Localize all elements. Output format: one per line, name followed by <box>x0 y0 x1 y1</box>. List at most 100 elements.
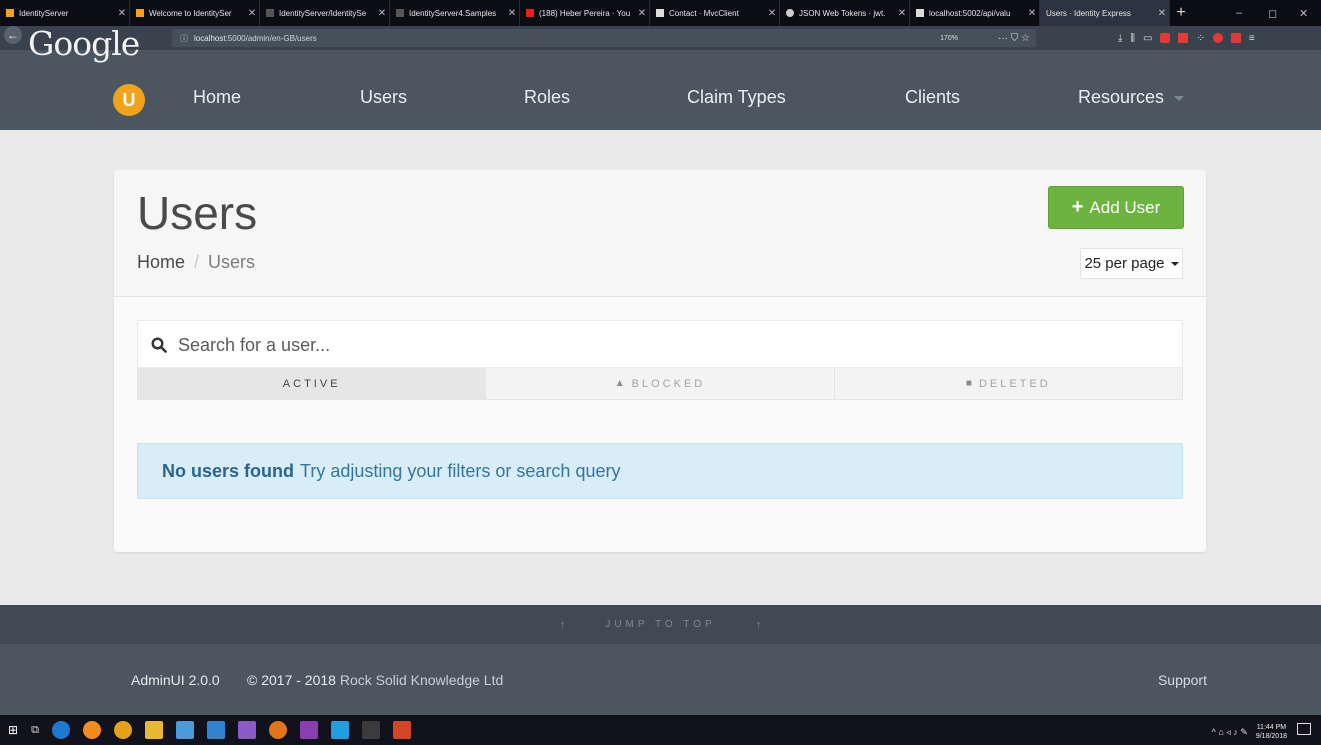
library-icon[interactable]: ⫼ <box>1130 33 1135 44</box>
extension-icon[interactable] <box>1160 33 1171 43</box>
tab-favicon-icon <box>6 9 14 17</box>
remote-desktop-icon[interactable] <box>175 721 194 739</box>
new-tab-button[interactable]: + <box>1170 0 1192 26</box>
site-footer: AdminUI 2.0.0 © 2017 - 2018 Rock Solid K… <box>0 644 1321 715</box>
taskbar-apps: ⊞ ⧉ <box>8 721 411 739</box>
browser-tab[interactable]: IdentityServer ✕ <box>0 0 130 26</box>
close-tab-icon[interactable]: ✕ <box>115 8 129 19</box>
back-icon[interactable]: ← <box>4 26 22 44</box>
windows-start-icon[interactable]: ⊞ <box>8 723 18 737</box>
google-overlay-logo: Google <box>28 24 140 63</box>
tab-deleted[interactable]: ■ DELETED <box>834 368 1182 399</box>
clock[interactable]: 11:44 PM 9/18/2018 <box>1256 723 1287 741</box>
browser-tab[interactable]: Welcome to IdentitySer ✕ <box>130 0 260 26</box>
extension-icon[interactable] <box>1178 33 1189 43</box>
arrow-up-icon: ↑ <box>559 618 566 631</box>
zoom-level[interactable]: 170% <box>940 35 958 42</box>
download-icon[interactable]: ⤓ <box>1118 33 1122 44</box>
browser-tab[interactable]: localhost:5002/api/valu ✕ <box>910 0 1040 26</box>
close-tab-icon[interactable]: ✕ <box>245 8 259 19</box>
visual-studio-icon[interactable] <box>237 721 256 739</box>
edge-icon[interactable] <box>51 721 70 739</box>
chrome-icon[interactable] <box>113 721 132 739</box>
browser-tab[interactable]: IdentityServer4.Samples ✕ <box>390 0 520 26</box>
tab-blocked[interactable]: ▲ BLOCKED <box>486 368 835 399</box>
company-link[interactable]: Rock Solid Knowledge Ltd <box>340 672 503 688</box>
tab-title: (188) Heber Pereira · You <box>539 8 631 18</box>
url-host: localhost <box>194 33 226 43</box>
browser-tab[interactable]: Contact · MvcClient ✕ <box>650 0 780 26</box>
close-tab-icon[interactable]: ✕ <box>765 8 779 19</box>
breadcrumb-separator: / <box>194 252 200 272</box>
windows-taskbar: ⊞ ⧉ ^ ⌂ ◃ ♪ ✎ 11:44 PM 9/18/2018 <box>0 715 1321 745</box>
page-favicon-icon <box>916 9 924 17</box>
nav-home[interactable]: Home <box>193 87 241 108</box>
skype-icon[interactable] <box>330 721 349 739</box>
support-link[interactable]: Support <box>1158 672 1207 688</box>
arrow-up-icon: ↑ <box>755 618 762 631</box>
url-field[interactable]: ⓘ localhost:5000/admin/en-GB/users 170% … <box>172 29 1036 47</box>
close-window-button[interactable]: ✕ <box>1299 0 1308 26</box>
task-view-icon[interactable]: ⧉ <box>31 724 39 737</box>
extension-icon[interactable] <box>1212 33 1223 43</box>
browser-tab[interactable]: (188) Heber Pereira · You ✕ <box>520 0 650 26</box>
add-user-button[interactable]: + Add User <box>1048 186 1184 229</box>
jump-to-top-label: JUMP TO TOP <box>605 619 716 630</box>
tab-favicon-icon <box>266 9 274 17</box>
app-icon[interactable] <box>268 721 287 739</box>
browser-tab[interactable]: JSON Web Tokens · jwt. ✕ <box>780 0 910 26</box>
tab-title: Users · Identity Express <box>1046 8 1131 18</box>
firefox-icon[interactable] <box>82 721 101 739</box>
close-tab-icon[interactable]: ✕ <box>505 8 519 19</box>
users-card: Users Home / Users +Add User 25 per page A… <box>114 170 1206 552</box>
nav-users[interactable]: Users <box>360 87 407 108</box>
extension-icon[interactable]: ⁘ <box>1196 33 1204 44</box>
browser-tab[interactable]: IdentityServer/IdentitySe ✕ <box>260 0 390 26</box>
browser-toolbar-icons: ⤓ ⫼ ▭ ⁘ ≡ <box>1118 30 1255 46</box>
per-page-select[interactable]: 25 per page <box>1080 248 1183 279</box>
notifications-icon[interactable] <box>1297 723 1311 735</box>
close-tab-icon[interactable]: ✕ <box>895 8 909 19</box>
browser-address-bar: ⓘ localhost:5000/admin/en-GB/users 170% … <box>0 26 1321 50</box>
maximize-button[interactable]: ◻ <box>1268 0 1277 26</box>
tab-active[interactable]: ACTIVE <box>138 368 487 399</box>
sidebar-icon[interactable]: ▭ <box>1143 33 1152 44</box>
nav-resources-dropdown[interactable]: Resources <box>1078 87 1185 108</box>
tab-title: Welcome to IdentitySer <box>149 8 232 18</box>
tab-title: IdentityServer4.Samples <box>409 8 497 18</box>
vscode-icon[interactable] <box>206 721 225 739</box>
tab-title: Contact · MvcClient <box>669 8 739 18</box>
nav-roles[interactable]: Roles <box>524 87 570 108</box>
powerpoint-icon[interactable] <box>392 721 411 739</box>
nav-claim-types[interactable]: Claim Types <box>687 87 786 108</box>
jump-to-top-bar[interactable]: ↑ JUMP TO TOP ↑ <box>0 605 1321 644</box>
browser-tab-active[interactable]: Users · Identity Express ✕ <box>1040 0 1170 26</box>
app-icon[interactable] <box>361 721 380 739</box>
browser-tab-strip: IdentityServer ✕ Welcome to IdentitySer ✕ … <box>0 0 1321 26</box>
file-explorer-icon[interactable] <box>144 721 163 739</box>
menu-icon[interactable]: ≡ <box>1249 33 1255 44</box>
close-tab-icon[interactable]: ✕ <box>1025 8 1039 19</box>
close-tab-icon[interactable]: ✕ <box>635 8 649 19</box>
app-logo[interactable]: U <box>113 84 145 116</box>
page-actions-icon[interactable]: ··· ⛉ ☆ <box>998 33 1030 44</box>
breadcrumb-home[interactable]: Home <box>137 252 185 272</box>
tab-blocked-label: BLOCKED <box>631 377 706 390</box>
close-tab-icon[interactable]: ✕ <box>375 8 389 19</box>
tab-title: IdentityServer <box>19 8 69 18</box>
tray-icons[interactable]: ^ ⌂ ◃ ♪ ✎ <box>1212 727 1248 738</box>
chevron-down-icon <box>1174 95 1185 101</box>
close-tab-icon[interactable]: ✕ <box>1155 8 1169 19</box>
status-filter-tabs: ACTIVE ▲ BLOCKED ■ DELETED <box>137 368 1183 400</box>
tab-favicon-icon <box>396 9 404 17</box>
tab-favicon-icon <box>136 9 144 17</box>
extension-icon[interactable] <box>1230 33 1241 43</box>
onenote-icon[interactable] <box>299 721 318 739</box>
app-version: AdminUI 2.0.0 <box>131 672 220 688</box>
nav-clients[interactable]: Clients <box>905 87 960 108</box>
search-input[interactable] <box>178 330 1138 360</box>
user-search-box <box>137 320 1183 368</box>
site-info-icon[interactable]: ⓘ <box>180 33 188 44</box>
tab-title: JSON Web Tokens · jwt. <box>799 8 886 18</box>
minimize-button[interactable]: – <box>1236 0 1242 26</box>
